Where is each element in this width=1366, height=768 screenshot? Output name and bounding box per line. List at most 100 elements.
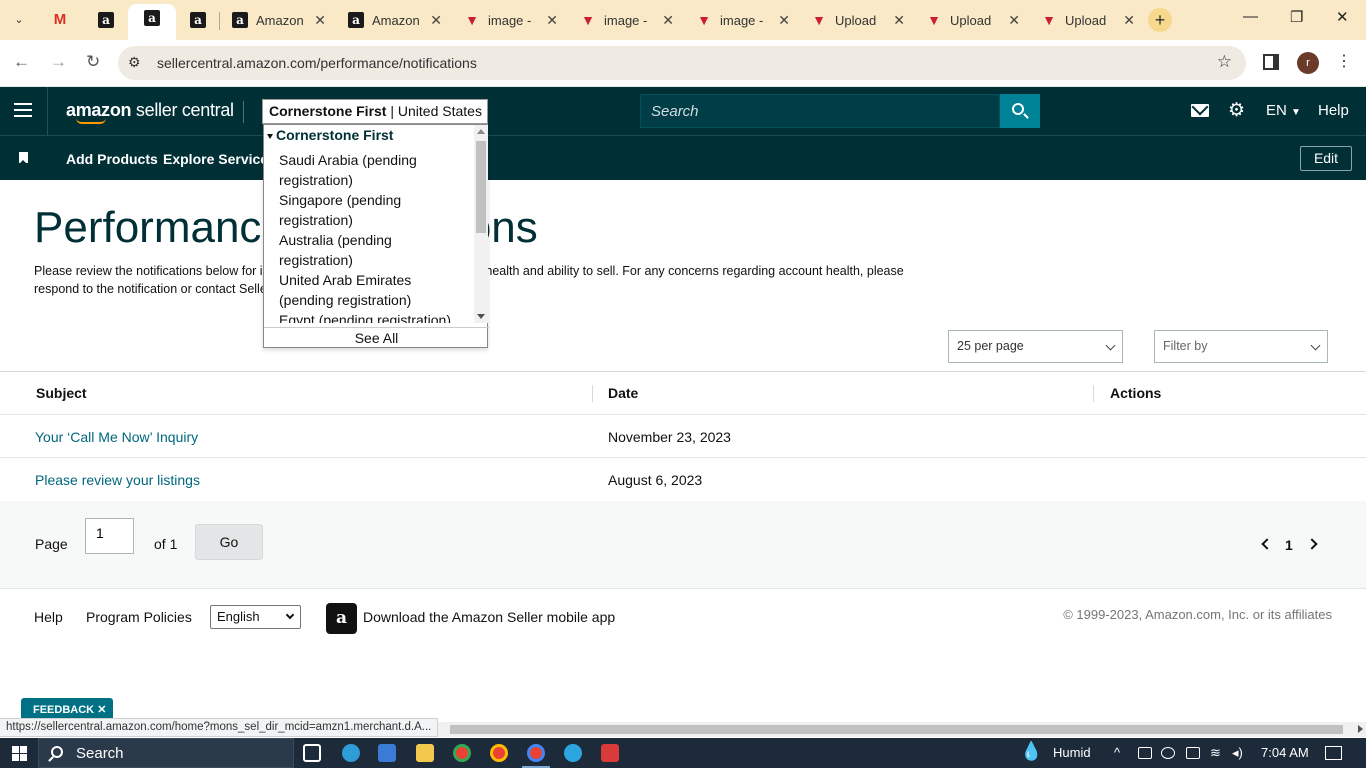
site-settings-icon[interactable]: ⚙	[128, 54, 141, 71]
onedrive-icon[interactable]	[1161, 747, 1175, 759]
close-icon[interactable]: ✕	[778, 12, 790, 29]
filter-select[interactable]: Filter by	[1154, 330, 1328, 363]
go-button[interactable]: Go	[195, 524, 263, 560]
scroll-down-icon[interactable]	[477, 314, 485, 319]
task-view-icon[interactable]	[303, 744, 321, 762]
edit-button[interactable]: Edit	[1300, 146, 1352, 171]
tab-upload-2[interactable]: ▼ Upload ✕	[918, 6, 1028, 36]
per-page-select[interactable]: 25 per page	[948, 330, 1123, 363]
forward-arrow-icon[interactable]: →	[50, 52, 67, 72]
account-switcher[interactable]: Cornerstone First | United States	[262, 99, 488, 124]
account-option[interactable]: Egypt (pending registration)	[279, 310, 469, 323]
window-close-icon[interactable]: ✕	[1336, 8, 1349, 26]
tab-amazon-1[interactable]: a	[90, 6, 122, 36]
see-all-link[interactable]: See All	[264, 327, 489, 349]
footer-language-select[interactable]: English	[210, 605, 301, 629]
tab-amazon-3[interactable]: a	[182, 6, 214, 36]
reload-icon[interactable]: ↻	[86, 52, 100, 72]
close-icon[interactable]: ✕	[430, 12, 442, 29]
tab-amazon-active[interactable]: a	[128, 4, 176, 40]
windows-start-icon[interactable]	[12, 746, 27, 761]
notification-subject-link[interactable]: Please review your listings	[35, 472, 200, 488]
taskbar-search[interactable]: Search	[38, 738, 294, 768]
battery-icon[interactable]	[1186, 747, 1200, 759]
clock[interactable]: 7:04 AM	[1261, 745, 1309, 760]
app-icon[interactable]	[601, 744, 619, 762]
minimize-icon[interactable]: —	[1243, 8, 1258, 25]
hamburger-menu-icon[interactable]	[14, 103, 32, 117]
gear-icon[interactable]: ⚙	[1228, 99, 1245, 122]
weather-label[interactable]: Humid	[1053, 745, 1091, 760]
tab-upload-3[interactable]: ▼ Upload ✕	[1033, 6, 1143, 36]
page-number-input[interactable]: 1	[85, 518, 134, 554]
close-icon[interactable]: ✕	[546, 12, 558, 29]
notification-icon[interactable]	[1325, 746, 1342, 760]
tab-amazon-4[interactable]: a Amazon ✕	[224, 6, 334, 36]
meet-icon[interactable]	[1138, 747, 1152, 759]
bookmark-star-icon[interactable]: ☆	[1217, 52, 1232, 72]
red-arrow-icon: ▼	[812, 12, 826, 28]
telegram-icon[interactable]	[564, 744, 582, 762]
tab-image-1[interactable]: ▼ image - ✕	[456, 6, 566, 36]
search-input[interactable]	[641, 95, 999, 127]
tab-image-3[interactable]: ▼ image - ✕	[688, 6, 798, 36]
account-option[interactable]: United Arab Emirates (pending registrati…	[279, 270, 469, 310]
current-page[interactable]: 1	[1285, 537, 1293, 553]
chevron-up-icon[interactable]: ^	[1114, 745, 1120, 760]
tab-upload-1[interactable]: ▼ Upload ✕	[803, 6, 913, 36]
close-icon[interactable]: ✕	[893, 12, 905, 29]
amazon-app-icon[interactable]: a	[326, 603, 357, 634]
close-icon[interactable]: ✕	[314, 12, 326, 29]
file-explorer-icon[interactable]	[416, 744, 434, 762]
nav-explore-services[interactable]: Explore Services	[163, 151, 276, 167]
store-icon[interactable]	[378, 744, 396, 762]
search-button[interactable]	[1000, 94, 1040, 128]
bookmark-icon[interactable]	[19, 152, 28, 164]
tab-image-2[interactable]: ▼ image - ✕	[572, 6, 682, 36]
account-option[interactable]: Australia (pending registration)	[279, 230, 469, 270]
scroll-right-icon[interactable]	[1358, 725, 1363, 733]
account-group-header[interactable]: Cornerstone First	[266, 127, 393, 143]
chrome-icon[interactable]	[490, 744, 508, 762]
account-option[interactable]: Saudi Arabia (pending registration)	[279, 150, 469, 190]
tab-amazon-5[interactable]: a Amazon ✕	[340, 6, 450, 36]
profile-avatar[interactable]: r	[1297, 52, 1319, 74]
edge-icon[interactable]	[342, 744, 360, 762]
volume-icon[interactable]: ◂)	[1232, 745, 1243, 761]
mail-icon[interactable]	[1191, 104, 1209, 117]
chevron-right-icon[interactable]	[1306, 538, 1318, 550]
back-arrow-icon[interactable]: ←	[13, 52, 30, 72]
search-field[interactable]	[640, 94, 1000, 128]
tab-search-icon[interactable]: ⌄	[8, 9, 30, 31]
chrome-icon[interactable]	[453, 744, 471, 762]
language-selector[interactable]: EN ▼	[1266, 102, 1301, 119]
column-header-subject[interactable]: Subject	[36, 385, 87, 401]
scrollbar-thumb[interactable]	[476, 141, 486, 233]
dropdown-scrollbar[interactable]	[474, 125, 488, 323]
address-bar[interactable]: ⚙ sellercentral.amazon.com/performance/n…	[118, 46, 1246, 80]
browser-menu-icon[interactable]: ⋮	[1336, 51, 1352, 71]
nav-add-products[interactable]: Add Products	[66, 151, 158, 167]
close-icon[interactable]: ✕	[97, 704, 106, 716]
footer-program-policies-link[interactable]: Program Policies	[86, 609, 192, 625]
wifi-icon[interactable]: ≋	[1210, 745, 1221, 761]
account-option[interactable]: Singapore (pending registration)	[279, 190, 469, 230]
footer-help-link[interactable]: Help	[34, 609, 63, 625]
amazon-smile-icon	[76, 118, 106, 124]
chevron-left-icon[interactable]	[1261, 538, 1273, 550]
chrome-icon[interactable]	[527, 744, 545, 762]
notification-subject-link[interactable]: Your ‘Call Me Now’ Inquiry	[35, 429, 198, 445]
close-icon[interactable]: ✕	[662, 12, 674, 29]
tab-gmail[interactable]: M	[44, 6, 76, 36]
new-tab-button[interactable]: +	[1148, 8, 1172, 32]
restore-icon[interactable]: ❐	[1290, 8, 1303, 26]
download-app-link[interactable]: Download the Amazon Seller mobile app	[363, 609, 615, 625]
scrollbar-thumb[interactable]	[450, 725, 1343, 734]
scroll-up-icon[interactable]	[477, 129, 485, 134]
side-panel-icon[interactable]	[1263, 54, 1279, 70]
help-link[interactable]: Help	[1318, 102, 1349, 119]
column-header-date[interactable]: Date	[608, 385, 638, 401]
close-icon[interactable]: ✕	[1123, 12, 1135, 29]
close-icon[interactable]: ✕	[1008, 12, 1020, 29]
tab-label: image -	[488, 13, 532, 28]
